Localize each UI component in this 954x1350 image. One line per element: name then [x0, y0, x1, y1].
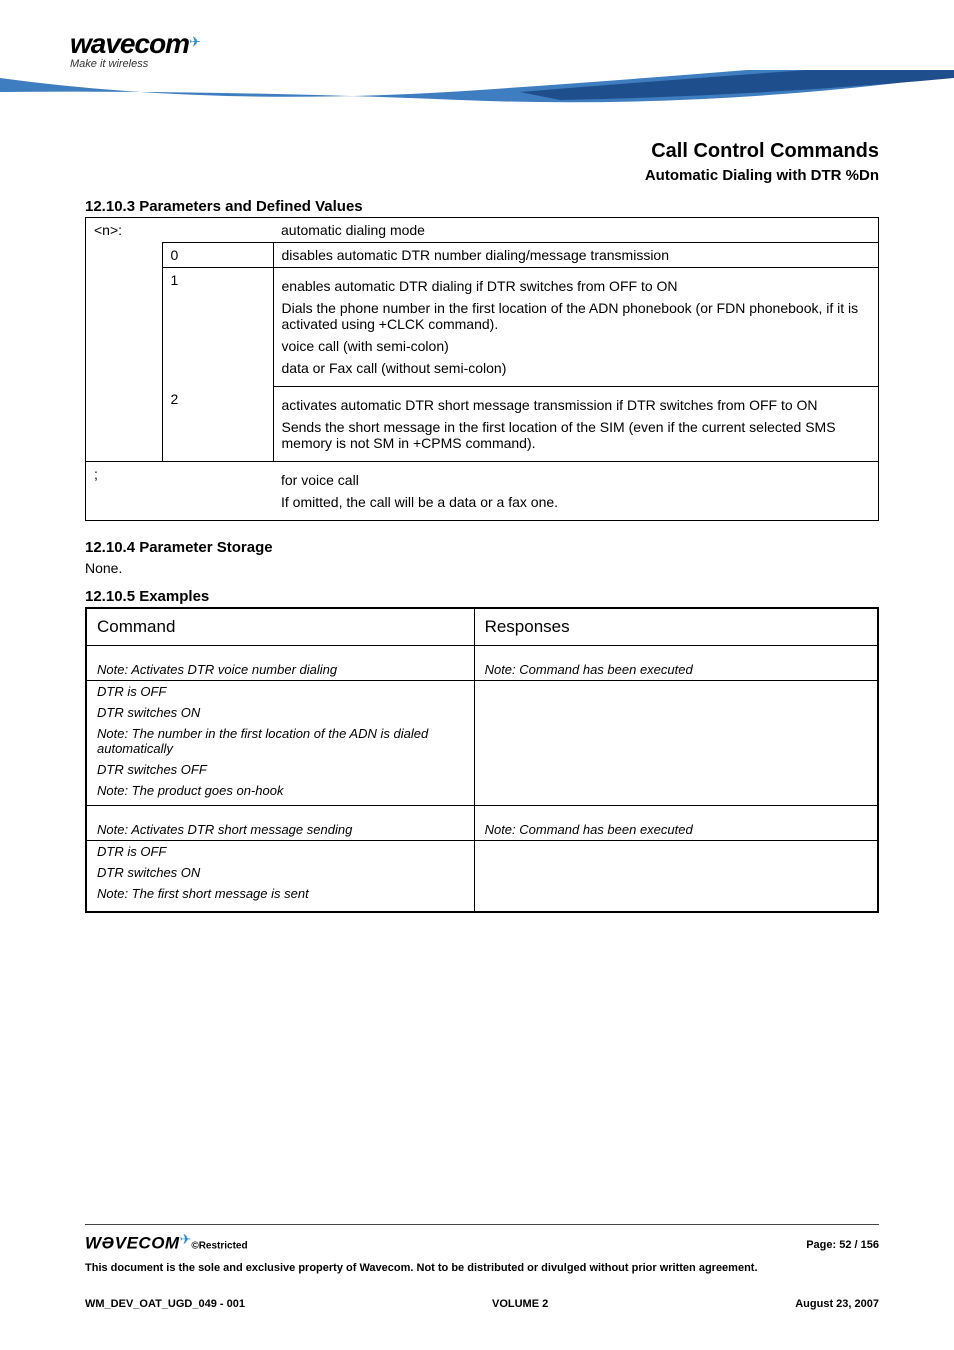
- page-title: Call Control Commands: [85, 140, 879, 163]
- example-line: DTR is OFF: [97, 684, 464, 699]
- table-row: DTR is OFF DTR switches ON Note: The fir…: [86, 841, 878, 913]
- param-desc-line: data or Fax call (without semi-colon): [282, 360, 871, 376]
- param-desc-line: Sends the short message in the first loc…: [282, 419, 871, 451]
- parameters-table: <n>: automatic dialing mode 0 disables a…: [85, 217, 879, 521]
- example-line: DTR switches ON: [97, 865, 464, 880]
- footer-restricted: ©Restricted: [191, 1240, 247, 1251]
- param-desc-line: If omitted, the call will be a data or a…: [281, 494, 870, 510]
- example-command: DTR is OFF DTR switches ON Note: The fir…: [86, 841, 474, 913]
- example-response: Note: Command has been executed: [474, 646, 878, 681]
- table-row: Note: Activates DTR voice number dialing…: [86, 646, 878, 681]
- col-command: Command: [86, 608, 474, 646]
- footer-logo: WƏVECOM: [85, 1233, 180, 1252]
- logo-swirl-icon: ✈: [189, 34, 201, 50]
- footer-page-num: 52: [839, 1239, 851, 1251]
- table-header-row: Command Responses: [86, 608, 878, 646]
- param-desc-line: for voice call: [281, 472, 870, 488]
- table-row: 2 activates automatic DTR short message …: [86, 387, 879, 462]
- logo-swirl-icon: ✈: [180, 1231, 192, 1247]
- examples-table: Command Responses Note: Activates DTR vo…: [85, 607, 879, 913]
- col-responses: Responses: [474, 608, 878, 646]
- footer-date: August 23, 2007: [795, 1298, 879, 1310]
- logo-text: wavecom: [70, 28, 189, 59]
- footer-page-total: 156: [861, 1239, 879, 1251]
- param-desc-line: Dials the phone number in the first loca…: [282, 300, 871, 332]
- example-command: Note: Activates DTR short message sendin…: [86, 806, 474, 841]
- table-row: ; for voice call If omitted, the call wi…: [86, 462, 879, 521]
- page-footer: WƏVECOM✈©Restricted Page: 52 / 156 This …: [85, 1224, 879, 1311]
- footer-page-label: Page:: [806, 1239, 839, 1251]
- section-storage-heading: 12.10.4 Parameter Storage: [85, 539, 879, 556]
- example-response: Note: Command has been executed: [474, 806, 878, 841]
- param-val: 0: [162, 243, 273, 268]
- param-key: <n>:: [86, 218, 163, 243]
- param-key: ;: [86, 462, 163, 521]
- footer-volume: VOLUME 2: [492, 1298, 548, 1310]
- example-line: DTR switches ON: [97, 705, 464, 720]
- header-swoosh-icon: [0, 70, 954, 130]
- table-row: Note: Activates DTR short message sendin…: [86, 806, 878, 841]
- param-desc: activates automatic DTR short message tr…: [273, 387, 879, 462]
- table-row: 0 disables automatic DTR number dialing/…: [86, 243, 879, 268]
- example-command: Note: Activates DTR voice number dialing: [86, 646, 474, 681]
- footer-property: This document is the sole and exclusive …: [85, 1261, 879, 1276]
- section-params-heading: 12.10.3 Parameters and Defined Values: [85, 198, 879, 215]
- param-val: 2: [162, 387, 273, 462]
- example-line: DTR is OFF: [97, 844, 464, 859]
- example-line: Note: The number in the first location o…: [97, 726, 464, 756]
- table-row: DTR is OFF DTR switches ON Note: The num…: [86, 681, 878, 806]
- param-desc: disables automatic DTR number dialing/me…: [273, 243, 879, 268]
- example-line: Note: The first short message is sent: [97, 886, 464, 901]
- page-header: wavecom✈ Make it wireless: [0, 0, 954, 130]
- table-row: 1 enables automatic DTR dialing if DTR s…: [86, 268, 879, 387]
- param-val: 1: [162, 268, 273, 387]
- footer-page: Page: 52 / 156: [806, 1239, 879, 1251]
- page-subtitle: Automatic Dialing with DTR %Dn: [85, 167, 879, 184]
- logo: wavecom✈ Make it wireless: [70, 28, 201, 70]
- example-command: DTR is OFF DTR switches ON Note: The num…: [86, 681, 474, 806]
- param-desc: for voice call If omitted, the call will…: [273, 462, 879, 521]
- param-val: [162, 218, 273, 243]
- storage-body: None.: [85, 560, 879, 576]
- param-desc-line: voice call (with semi-colon): [282, 338, 871, 354]
- example-response: [474, 681, 878, 806]
- example-line: DTR switches OFF: [97, 762, 464, 777]
- footer-doc-id: WM_DEV_OAT_UGD_049 - 001: [85, 1298, 245, 1310]
- section-examples-heading: 12.10.5 Examples: [85, 588, 879, 605]
- table-row: <n>: automatic dialing mode: [86, 218, 879, 243]
- page-content: Call Control Commands Automatic Dialing …: [0, 130, 954, 913]
- param-desc: automatic dialing mode: [273, 218, 879, 243]
- footer-page-sep: /: [851, 1239, 860, 1251]
- param-desc: enables automatic DTR dialing if DTR swi…: [273, 268, 879, 387]
- param-desc-line: activates automatic DTR short message tr…: [282, 397, 871, 413]
- param-desc-line: enables automatic DTR dialing if DTR swi…: [282, 278, 871, 294]
- example-response: [474, 841, 878, 913]
- example-line: Note: The product goes on-hook: [97, 783, 464, 802]
